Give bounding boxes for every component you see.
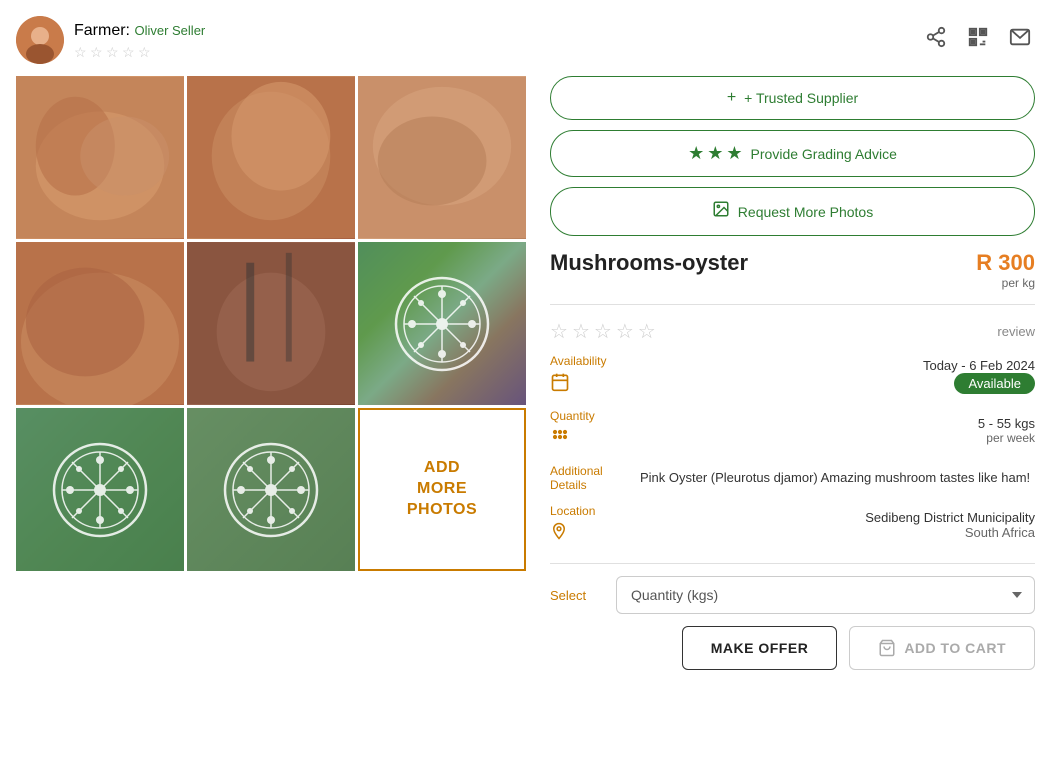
share-icon [925, 26, 947, 48]
action-row: MAKE OFFER ADD TO CART [550, 626, 1035, 670]
image-cell-1[interactable] [16, 76, 184, 239]
trusted-supplier-label: + Trusted Supplier [744, 90, 858, 106]
info-grid: Availability Today - 6 Feb 2024 Availabl… [550, 354, 1035, 545]
product-name: Mushrooms-oyster [550, 250, 748, 276]
location-value: Sedibeng District Municipality South Afr… [640, 504, 1035, 545]
top-bar: Farmer: Oliver Seller ☆ ☆ ☆ ☆ ☆ [16, 16, 1035, 64]
additional-text: Pink Oyster (Pleurotus djamor) Amazing m… [640, 468, 1030, 488]
location-label: Location [550, 504, 640, 545]
logo-overlay-2 [50, 440, 150, 540]
farmer-rating: ☆ ☆ ☆ ☆ ☆ [74, 44, 205, 58]
availability-value: Today - 6 Feb 2024 Available [640, 354, 1035, 397]
image-cell-7[interactable] [16, 408, 184, 571]
trusted-supplier-button[interactable]: + + Trusted Supplier [550, 76, 1035, 120]
star-2: ☆ [90, 44, 104, 58]
add-photos-text: ADD MORE PHOTOS [407, 458, 477, 520]
share-button[interactable] [921, 22, 951, 58]
make-offer-button[interactable]: MAKE OFFER [682, 626, 838, 670]
mail-button[interactable] [1005, 22, 1035, 58]
image-cell-5[interactable] [187, 242, 355, 405]
logo-overlay [392, 274, 492, 374]
image-section: ADD MORE PHOTOS [16, 76, 526, 751]
per-week-label: per week [986, 431, 1035, 445]
quantity-value-cell: 5 - 55 kgs per week [640, 409, 1035, 452]
per-kg-label: per kg [976, 276, 1035, 290]
review-link[interactable]: review [997, 324, 1035, 339]
dots-icon [550, 427, 570, 452]
bottom-section: Select Quantity (kgs) MAKE OFFER [550, 563, 1035, 670]
cart-icon [878, 639, 896, 657]
location-name: Sedibeng District Municipality [865, 510, 1035, 525]
qr-button[interactable] [963, 22, 993, 58]
add-to-cart-label: ADD TO CART [904, 640, 1006, 656]
image-cell-3[interactable] [358, 76, 526, 239]
star-1: ☆ [74, 44, 88, 58]
available-badge: Available [954, 373, 1035, 394]
select-label: Select [550, 588, 600, 603]
calendar-svg [550, 372, 570, 392]
location-icon [550, 522, 568, 545]
image-cell-4[interactable] [16, 242, 184, 405]
top-icons [921, 22, 1035, 58]
star-3: ☆ [106, 44, 120, 58]
plus-icon: + [727, 89, 736, 107]
prod-star-3: ☆ [594, 319, 612, 344]
select-row: Select Quantity (kgs) [550, 576, 1035, 614]
star-half: ★ [726, 143, 742, 164]
prod-star-1: ☆ [550, 319, 568, 344]
avatar [16, 16, 64, 64]
product-rating-stars: ☆ ☆ ☆ ☆ ☆ [550, 319, 656, 344]
farmer-label: Farmer: Oliver Seller [74, 22, 205, 40]
image-cell-6[interactable] [358, 242, 526, 405]
quantity-select[interactable]: Quantity (kgs) [616, 576, 1035, 614]
location-country: South Africa [965, 525, 1035, 540]
star-filled-1: ★ [688, 143, 704, 164]
star-icons: ★ ★ ★ [688, 143, 742, 164]
image-icon [712, 200, 730, 223]
product-section: + + Trusted Supplier ★ ★ ★ Provide Gradi… [550, 76, 1035, 751]
star-filled-2: ★ [707, 143, 723, 164]
location-svg [550, 522, 568, 540]
image-cell-8[interactable] [187, 408, 355, 571]
request-photos-label: Request More Photos [738, 204, 873, 220]
mail-icon [1009, 26, 1031, 48]
divider-1 [550, 304, 1035, 305]
grading-advice-button[interactable]: ★ ★ ★ Provide Grading Advice [550, 130, 1035, 177]
prod-star-5: ☆ [638, 319, 656, 344]
qr-icon [967, 26, 989, 48]
star-4: ☆ [122, 44, 136, 58]
prod-star-2: ☆ [572, 319, 590, 344]
availability-label: Availability [550, 354, 640, 397]
add-to-cart-button[interactable]: ADD TO CART [849, 626, 1035, 670]
logo-overlay-3 [221, 440, 321, 540]
farmer-info: Farmer: Oliver Seller ☆ ☆ ☆ ☆ ☆ [16, 16, 205, 64]
product-title-row: Mushrooms-oyster R 300 per kg [550, 250, 1035, 290]
request-photos-button[interactable]: Request More Photos [550, 187, 1035, 236]
product-price: R 300 [976, 250, 1035, 276]
additional-label: Additional Details [550, 464, 640, 492]
quantity-icon-svg [550, 427, 570, 447]
rating-row: ☆ ☆ ☆ ☆ ☆ review [550, 319, 1035, 344]
grading-advice-label: Provide Grading Advice [751, 146, 897, 162]
farmer-name-link[interactable]: Oliver Seller [134, 23, 205, 38]
add-photos-cell[interactable]: ADD MORE PHOTOS [358, 408, 526, 571]
farmer-text: Farmer: Oliver Seller ☆ ☆ ☆ ☆ ☆ [74, 22, 205, 58]
additional-value: Pink Oyster (Pleurotus djamor) Amazing m… [640, 464, 1035, 492]
star-5: ☆ [138, 44, 152, 58]
image-grid: ADD MORE PHOTOS [16, 76, 526, 571]
availability-date: Today - 6 Feb 2024 [923, 358, 1035, 373]
calendar-icon [550, 372, 570, 397]
image-cell-2[interactable] [187, 76, 355, 239]
prod-star-4: ☆ [616, 319, 634, 344]
main-content: ADD MORE PHOTOS + + Trusted Supplier ★ ★… [16, 76, 1035, 751]
quantity-value: 5 - 55 kgs [978, 416, 1035, 431]
image-icon-svg [712, 200, 730, 218]
quantity-label: Quantity [550, 409, 640, 452]
